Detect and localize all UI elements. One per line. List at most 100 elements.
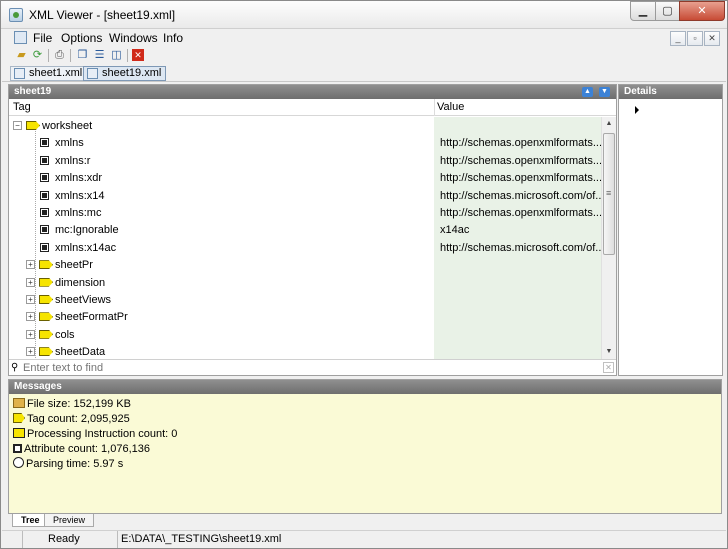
mdi-restore-button[interactable]: ▫ — [687, 31, 703, 46]
tree-row[interactable]: xmlns http://schemas.openxmlformats.... — [9, 134, 601, 151]
tree-row-value: http://schemas.openxmlformats.... — [440, 172, 601, 185]
column-value[interactable]: Value — [437, 101, 464, 113]
menu-windows[interactable]: Windows — [109, 31, 158, 45]
tree-row[interactable]: xmlns:xdr http://schemas.openxmlformats..… — [9, 169, 601, 186]
tree-row[interactable]: mc:Ignorable x14ac — [9, 221, 601, 238]
expand-node-icon[interactable]: + — [26, 312, 35, 322]
tab-sheet19[interactable]: sheet19.xml — [83, 66, 167, 81]
message-item: File size: 152,199 KB — [13, 397, 131, 412]
close-button[interactable]: ✕ — [679, 1, 725, 21]
find-input[interactable] — [23, 361, 603, 375]
message-item: Parsing time: 5.97 s — [13, 457, 123, 472]
tile-vertical-icon[interactable]: ◫ — [109, 48, 124, 62]
message-item: Processing Instruction count: 0 — [13, 427, 177, 442]
details-panel-header: Details — [619, 85, 722, 99]
tree-row-tag: sheetPr — [55, 259, 93, 272]
message-text: Tag count: 2,095,925 — [27, 413, 130, 425]
tree-row-value: x14ac — [440, 224, 470, 237]
tree-row[interactable]: + sheetFormatPr — [9, 308, 601, 325]
refresh-icon[interactable]: ⟳ — [30, 48, 45, 62]
bottom-tab-bar: Tree Preview — [8, 514, 722, 528]
vertical-scrollbar[interactable]: ▲ ▼ — [601, 117, 616, 359]
menu-info[interactable]: Info — [163, 31, 183, 45]
details-panel: Details — [618, 84, 723, 376]
tree-row-tag: xmlns:x14ac — [55, 241, 117, 254]
app-icon — [9, 8, 23, 22]
tab-label: sheet19.xml — [102, 67, 162, 79]
window-title: XML Viewer - [sheet19.xml] — [29, 8, 176, 22]
file-tab-bar: sheet1.xml sheet19.xml — [2, 64, 726, 82]
tree-row[interactable]: + cols — [9, 326, 601, 343]
scroll-thumb[interactable] — [603, 133, 615, 255]
tab-preview[interactable]: Preview — [44, 514, 95, 527]
scroll-up-arrow-icon[interactable]: ▲ — [602, 117, 616, 131]
tree-row-value: http://schemas.openxmlformats.... — [440, 154, 601, 167]
mdi-close-button[interactable]: ✕ — [704, 31, 720, 46]
tree-row-tag: xmlns:xdr — [55, 172, 103, 185]
tree-row[interactable]: + sheetViews — [9, 291, 601, 308]
tree-row-tag: xmlns:r — [55, 154, 91, 167]
mdi-minimize-button[interactable]: _ — [670, 31, 686, 46]
tree-row[interactable]: xmlns:r http://schemas.openxmlformats.... — [9, 152, 601, 169]
tree-row[interactable]: − worksheet — [9, 117, 601, 134]
expand-node-icon[interactable]: + — [26, 329, 35, 339]
column-divider[interactable] — [434, 99, 435, 116]
expand-down-icon[interactable]: ▼ — [599, 87, 610, 97]
minimize-button[interactable]: ▁ — [630, 1, 656, 21]
title-bar[interactable]: XML Viewer - [sheet19.xml] ▁ ▢ ✕ — [1, 1, 727, 29]
toolbar-divider — [127, 49, 128, 62]
expand-node-icon[interactable]: + — [26, 277, 35, 287]
expand-node-icon[interactable]: + — [26, 295, 35, 304]
collapse-up-icon[interactable]: ▲ — [582, 87, 593, 97]
toolbar-divider — [48, 49, 49, 62]
details-panel-title: Details — [624, 86, 657, 97]
tree-row[interactable]: xmlns:mc http://schemas.openxmlformats...… — [9, 204, 601, 221]
tree-rows: − worksheet xmlns http://schemas.openxmlfor… — [9, 117, 601, 359]
triangle-right-icon[interactable] — [635, 106, 639, 114]
clear-find-icon[interactable]: ✕ — [603, 362, 614, 373]
expand-node-icon[interactable]: + — [26, 260, 35, 270]
attribute-icon — [40, 225, 49, 235]
tree-row-tag: mc:Ignorable — [55, 224, 119, 237]
cascade-windows-icon[interactable]: ❐ — [75, 48, 90, 62]
document-icon[interactable] — [14, 31, 27, 44]
processing-instruction-icon — [13, 428, 25, 438]
element-tag-icon — [39, 347, 53, 357]
menu-file[interactable]: File — [33, 31, 52, 45]
menu-options[interactable]: Options — [61, 31, 102, 45]
open-folder-icon[interactable]: ▰ — [14, 48, 29, 62]
tree-row-value: http://schemas.openxmlformats.... — [440, 207, 601, 219]
maximize-button[interactable]: ▢ — [655, 1, 680, 21]
tree-row[interactable]: + dimension — [9, 274, 601, 291]
clock-icon — [13, 457, 24, 468]
element-tag-icon — [39, 260, 53, 270]
column-tag[interactable]: Tag — [13, 101, 31, 113]
column-header: Tag Value — [9, 99, 616, 116]
message-text: File size: 152,199 KB — [27, 398, 131, 410]
xml-file-icon — [87, 68, 98, 79]
element-tag-icon — [39, 312, 53, 322]
xml-file-icon — [14, 68, 25, 79]
print-icon[interactable]: ⎙ — [52, 48, 67, 62]
tree-row[interactable]: + sheetPr — [9, 256, 601, 273]
tree-row[interactable]: xmlns:x14 http://schemas.microsoft.com/of… — [9, 187, 601, 204]
messages-panel-header: Messages — [9, 380, 721, 394]
attribute-icon — [13, 444, 22, 453]
tile-horizontal-icon[interactable]: ☰ — [92, 48, 107, 62]
tree-row-value: http://schemas.microsoft.com/of... — [440, 241, 601, 254]
close-document-icon[interactable]: ✕ — [132, 49, 144, 61]
message-text: Attribute count: 1,076,136 — [24, 443, 150, 455]
tab-sheet1[interactable]: sheet1.xml — [10, 66, 88, 81]
collapse-node-icon[interactable]: − — [13, 121, 22, 130]
expand-node-icon[interactable]: + — [26, 347, 35, 357]
attribute-icon — [40, 190, 49, 200]
status-state: Ready — [23, 531, 118, 548]
status-path: E:\DATA\_TESTING\sheet19.xml — [121, 533, 282, 545]
tree-row[interactable]: + sheetData — [9, 343, 601, 359]
tree-row[interactable]: xmlns:x14ac http://schemas.microsoft.com/… — [9, 239, 601, 256]
tree-row-tag: dimension — [55, 276, 106, 289]
tab-label: sheet1.xml — [29, 67, 83, 79]
menu-bar: File Options Windows Info — [2, 29, 726, 47]
scroll-down-arrow-icon[interactable]: ▼ — [602, 345, 616, 359]
tree-panel-header: sheet19 ▲ ▼ — [9, 85, 616, 99]
